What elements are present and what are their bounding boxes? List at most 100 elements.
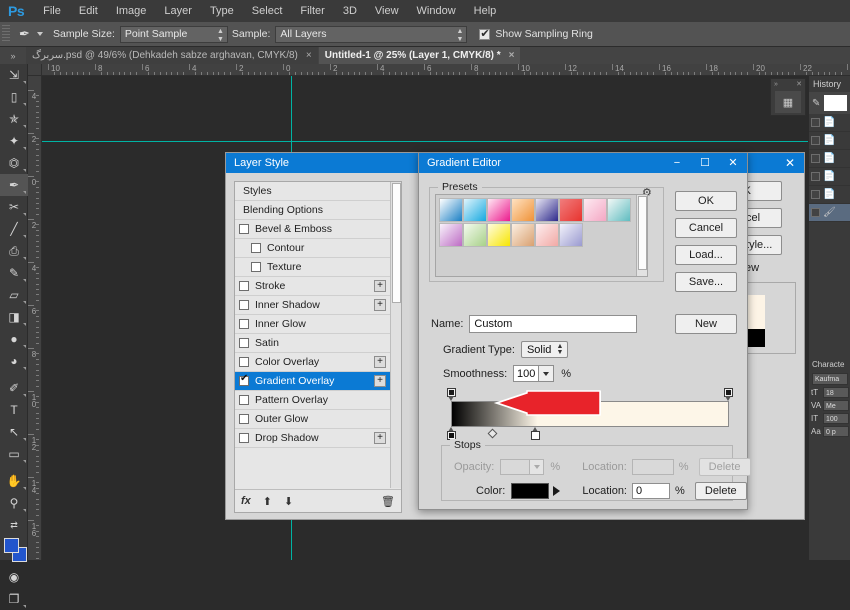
history-snapshot-checkbox[interactable] [811, 136, 820, 145]
horizontal-ruler[interactable]: 108642024681012141618202224 [42, 64, 850, 76]
sample-select[interactable]: All Layers ▲▼ [275, 26, 467, 43]
menu-window[interactable]: Window [408, 0, 465, 22]
layer-style-effect-checkbox[interactable] [239, 414, 249, 424]
gradient-cancel-button[interactable]: Cancel [675, 218, 737, 238]
history-state-row[interactable]: 📄 [809, 114, 850, 132]
add-effect-instance-icon[interactable]: + [374, 375, 386, 387]
layer-style-item-color-overlay[interactable]: Color Overlay+ [235, 353, 390, 372]
path-selection-tool[interactable]: ↖ [0, 421, 28, 443]
layer-style-effect-checkbox[interactable] [239, 376, 249, 386]
expand-panel-icon[interactable]: » [774, 81, 778, 88]
presets-swatch-area[interactable] [435, 194, 648, 277]
menu-image[interactable]: Image [107, 0, 156, 22]
layer-style-close-icon[interactable]: ✕ [776, 156, 804, 170]
character-font-field[interactable]: Kaufma [812, 373, 848, 385]
magic-wand-tool[interactable]: ✦ [0, 130, 28, 152]
history-list[interactable]: 📄📄📄📄📄🖌 [809, 114, 850, 222]
quick-mask-icon[interactable]: ◉ [0, 566, 28, 588]
gradient-preset-swatch[interactable] [535, 198, 559, 222]
gradient-editor-titlebar[interactable]: Gradient Editor − ☐ ✕ [419, 153, 747, 173]
vertical-ruler[interactable]: 420246810121416 [28, 76, 42, 560]
character-size-row[interactable]: tT 18 [811, 387, 849, 398]
tab-serbarg-psd[interactable]: سربرگ.psd @ 49/6% (Dehkadeh sabze arghav… [26, 47, 318, 64]
menu-edit[interactable]: Edit [70, 0, 107, 22]
add-effect-instance-icon[interactable]: + [374, 280, 386, 292]
layer-style-effect-checkbox[interactable] [239, 224, 249, 234]
gradient-preset-swatch[interactable] [535, 223, 559, 247]
fx-icon[interactable]: fx [241, 495, 251, 507]
opacity-stop-left[interactable] [446, 388, 457, 401]
history-source-row[interactable]: ✎ [809, 92, 850, 114]
maximize-icon[interactable]: ☐ [691, 153, 719, 173]
close-icon[interactable]: ✕ [719, 153, 747, 173]
smoothness-input[interactable]: 100 [513, 365, 539, 382]
gradient-preset-swatch[interactable] [439, 198, 463, 222]
layer-style-item-contour[interactable]: Contour [235, 239, 390, 258]
move-down-icon[interactable]: ⬇ [284, 495, 293, 508]
tool-preset-chevron-down-icon[interactable] [37, 32, 43, 36]
menu-layer[interactable]: Layer [155, 0, 201, 22]
layer-style-effect-checkbox[interactable] [251, 262, 261, 272]
character-baseline-value[interactable]: 0 p [823, 426, 849, 437]
menu-file[interactable]: File [34, 0, 70, 22]
gradient-preset-swatch[interactable] [463, 223, 487, 247]
gradient-preset-swatch[interactable] [511, 198, 535, 222]
history-snapshot-checkbox[interactable] [811, 208, 820, 217]
layer-style-item-drop-shadow[interactable]: Drop Shadow+ [235, 429, 390, 448]
options-bar-grip[interactable] [2, 25, 10, 43]
layer-style-item-inner-shadow[interactable]: Inner Shadow+ [235, 296, 390, 315]
swap-colors-icon[interactable]: ⇄ [0, 514, 28, 536]
sample-size-select[interactable]: Point Sample ▲▼ [120, 26, 228, 43]
layer-style-item-outer-glow[interactable]: Outer Glow [235, 410, 390, 429]
color-swatches[interactable] [0, 536, 28, 566]
history-brush-tool[interactable]: ✎ [0, 262, 28, 284]
pen-tool[interactable]: ✐ [0, 377, 28, 399]
presets-scrollbar[interactable] [636, 195, 647, 276]
rectangle-tool[interactable]: ▭ [0, 443, 28, 465]
crop-tool[interactable]: ⏣ [0, 152, 28, 174]
gradient-preset-swatch[interactable] [463, 198, 487, 222]
add-effect-instance-icon[interactable]: + [374, 356, 386, 368]
layer-style-effect-checkbox[interactable] [239, 281, 249, 291]
gradient-name-input[interactable]: Custom [469, 315, 637, 333]
dodge-tool[interactable]: ◕ [0, 350, 28, 372]
clone-stamp-tool[interactable]: ⎙ [0, 240, 28, 262]
delete-effect-icon[interactable]: 🗑 [381, 495, 395, 508]
color-dropdown-arrow-icon[interactable] [553, 486, 560, 496]
gradient-preset-swatch[interactable] [607, 198, 631, 222]
zoom-tool[interactable]: ⚲ [0, 492, 28, 514]
smoothness-dropdown-icon[interactable] [539, 365, 554, 382]
layer-style-scrollbar[interactable] [390, 182, 401, 488]
blur-tool[interactable]: ● [0, 328, 28, 350]
gradient-preset-swatch[interactable] [487, 198, 511, 222]
color-delete-button[interactable]: Delete [695, 482, 747, 500]
add-effect-instance-icon[interactable]: + [374, 432, 386, 444]
collapse-to-icons-icon[interactable]: » [0, 47, 26, 64]
layer-style-effect-checkbox[interactable] [239, 300, 249, 310]
layer-style-item-stroke[interactable]: Stroke+ [235, 277, 390, 296]
brush-tool[interactable]: ╱ [0, 218, 28, 240]
gradient-type-select[interactable]: Solid ▲▼ [521, 341, 568, 358]
history-state-row[interactable]: 📄 [809, 168, 850, 186]
layer-style-effect-checkbox[interactable] [239, 395, 249, 405]
history-snapshot-checkbox[interactable] [811, 118, 820, 127]
gradient-preset-swatch[interactable] [559, 198, 583, 222]
gradient-preset-swatch[interactable] [511, 223, 535, 247]
menu-filter[interactable]: Filter [291, 0, 333, 22]
color-location-input[interactable]: 0 [632, 483, 670, 499]
show-sampling-ring-checkbox[interactable] [479, 29, 490, 40]
layer-style-effect-checkbox[interactable] [239, 357, 249, 367]
character-leading-row[interactable]: VA Me [811, 400, 849, 411]
tab-untitled-1[interactable]: Untitled-1 @ 25% (Layer 1, CMYK/8) * × [319, 47, 521, 64]
minimize-icon[interactable]: − [663, 153, 691, 173]
layer-style-effect-checkbox[interactable] [251, 243, 261, 253]
history-state-row[interactable]: 📄 [809, 186, 850, 204]
layer-style-item-pattern-overlay[interactable]: Pattern Overlay [235, 391, 390, 410]
character-size-value[interactable]: 18 [823, 387, 849, 398]
layer-style-item-blending-options[interactable]: Blending Options [235, 201, 390, 220]
move-up-icon[interactable]: ⬆ [263, 495, 272, 508]
menu-select[interactable]: Select [243, 0, 292, 22]
layer-style-scroll-thumb[interactable] [392, 183, 401, 303]
history-state-row[interactable]: 🖌 [809, 204, 850, 222]
menu-view[interactable]: View [366, 0, 408, 22]
